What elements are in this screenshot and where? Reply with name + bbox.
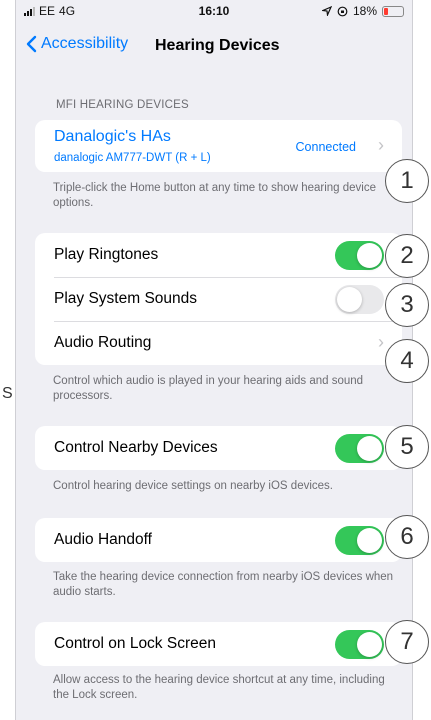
battery-fill xyxy=(384,7,388,15)
mfi-section-header: MFI HEARING DEVICES xyxy=(56,99,189,111)
callout-circle: 5 xyxy=(385,425,429,469)
battery-percent: 18% xyxy=(352,4,377,18)
play-ringtones-row: Play Ringtones xyxy=(35,233,402,277)
audio-routing-row[interactable]: Audio Routing › xyxy=(35,321,402,365)
status-right: 18% xyxy=(321,4,404,18)
lock-screen-group: Control on Lock Screen xyxy=(35,622,402,666)
chevron-left-icon xyxy=(26,35,37,53)
device-status: Connected xyxy=(295,140,356,154)
mfi-footer: Triple-click the Home button at any time… xyxy=(53,182,377,209)
audio-handoff-label: Audio Handoff xyxy=(54,531,152,548)
device-model: danalogic AM777-DWT (R + L) xyxy=(54,152,211,164)
chevron-right-icon: › xyxy=(378,332,384,352)
lock-screen-footer: Allow access to the hearing device short… xyxy=(53,674,385,701)
lock-screen-toggle[interactable] xyxy=(335,630,384,659)
location-arrow-icon xyxy=(321,6,332,16)
callout-circle: 3 xyxy=(385,283,429,327)
play-ringtones-toggle[interactable] xyxy=(335,241,384,270)
audio-handoff-toggle[interactable] xyxy=(335,526,384,555)
battery-icon xyxy=(382,5,404,17)
device-name: Danalogic's HAs xyxy=(54,128,171,145)
play-ringtones-label: Play Ringtones xyxy=(54,246,159,263)
navigation-bar: Accessibility Hearing Devices xyxy=(16,30,412,64)
audio-routing-label: Audio Routing xyxy=(54,334,152,351)
status-bar: EE 4G 16:10 18% xyxy=(16,0,412,22)
audio-routing-footer: Control which audio is played in your he… xyxy=(53,375,364,402)
lock-screen-label: Control on Lock Screen xyxy=(54,635,216,652)
audio-handoff-footer: Take the hearing device connection from … xyxy=(53,571,394,598)
callout-circle: 4 xyxy=(385,339,429,383)
play-system-sounds-row: Play System Sounds xyxy=(35,277,402,321)
back-button[interactable]: Accessibility xyxy=(26,35,128,53)
lock-screen-row: Control on Lock Screen xyxy=(35,622,402,666)
control-nearby-toggle[interactable] xyxy=(335,434,384,463)
phone-screen: EE 4G 16:10 18% Accessibility Hearing De… xyxy=(15,0,413,720)
play-system-sounds-toggle[interactable] xyxy=(335,285,384,314)
callout-circle: 6 xyxy=(385,515,429,559)
audio-settings-group: Play Ringtones Play System Sounds Audio … xyxy=(35,233,402,365)
page-title: Hearing Devices xyxy=(155,37,280,54)
audio-handoff-row: Audio Handoff xyxy=(35,518,402,562)
callout-circle: 7 xyxy=(385,620,429,664)
hearing-device-row[interactable]: Danalogic's HAs danalogic AM777-DWT (R +… xyxy=(35,120,402,172)
orientation-lock-icon xyxy=(337,6,348,16)
back-label: Accessibility xyxy=(41,35,129,52)
stray-letter: S xyxy=(2,385,13,402)
control-nearby-row: Control Nearby Devices xyxy=(35,426,402,470)
chevron-right-icon: › xyxy=(378,135,384,155)
callout-circle: 1 xyxy=(385,159,429,203)
control-nearby-footer: Control hearing device settings on nearb… xyxy=(53,480,333,492)
control-nearby-group: Control Nearby Devices xyxy=(35,426,402,470)
control-nearby-label: Control Nearby Devices xyxy=(54,439,218,456)
play-system-sounds-label: Play System Sounds xyxy=(54,290,198,307)
callout-circle: 2 xyxy=(385,234,429,278)
audio-handoff-group: Audio Handoff xyxy=(35,518,402,562)
